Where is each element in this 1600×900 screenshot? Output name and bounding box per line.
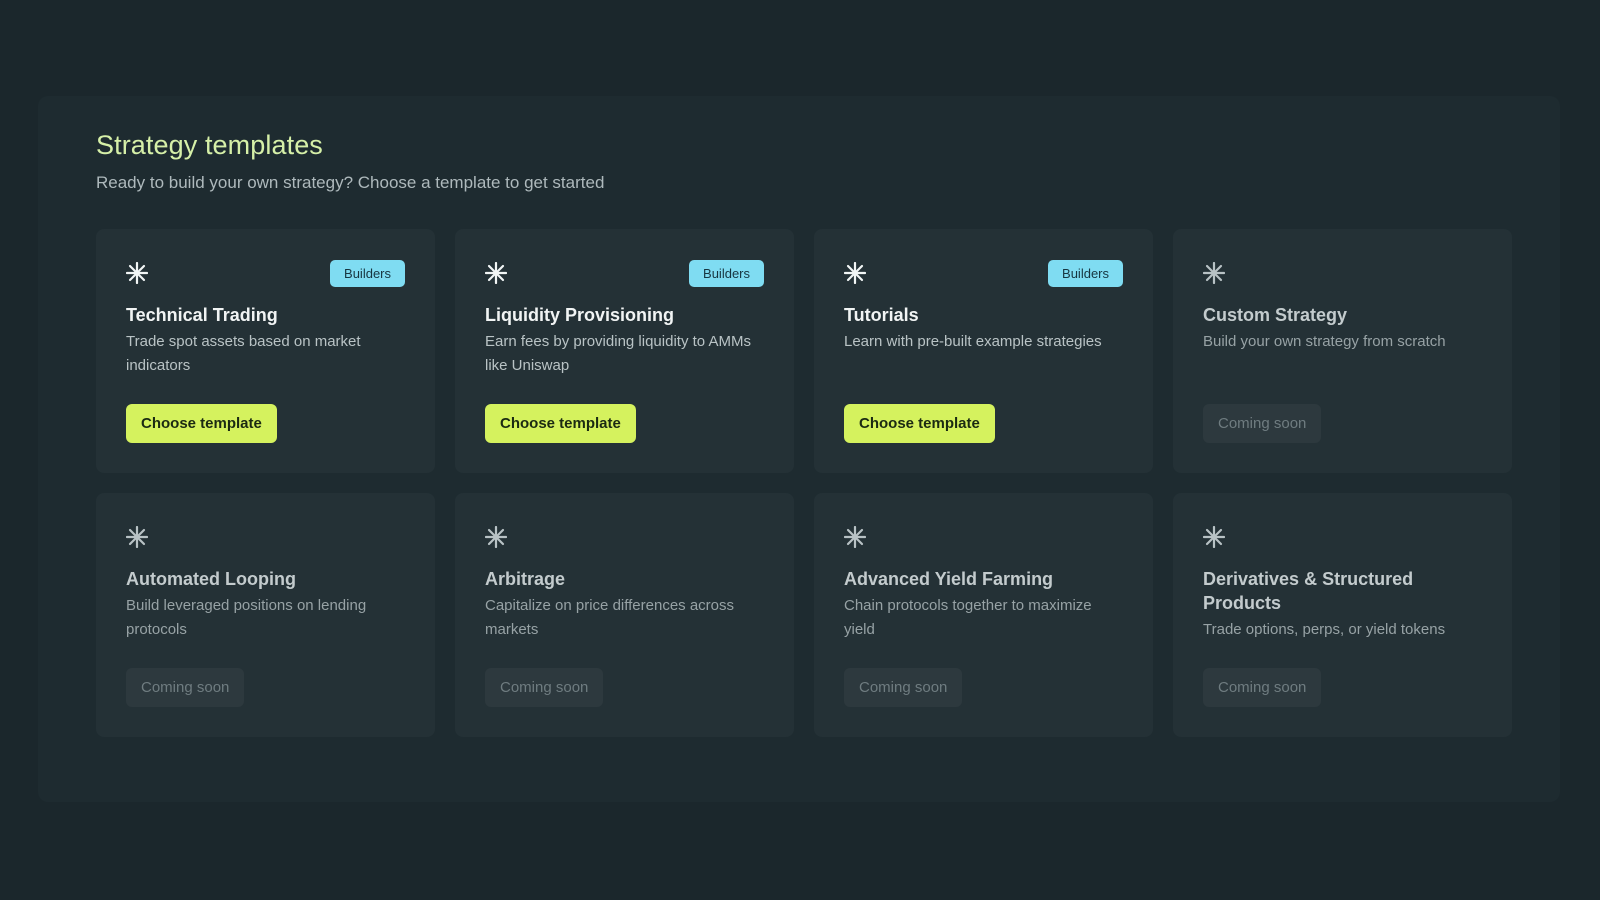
sparkle-icon bbox=[843, 525, 867, 549]
coming-soon-button: Coming soon bbox=[844, 668, 963, 707]
coming-soon-button: Coming soon bbox=[126, 668, 245, 707]
template-card-custom-strategy: Custom Strategy Build your own strategy … bbox=[1173, 229, 1512, 473]
template-card-derivatives: Derivatives & Structured Products Trade … bbox=[1173, 493, 1512, 737]
sparkle-icon bbox=[1202, 261, 1226, 285]
card-description: Earn fees by providing liquidity to AMMs… bbox=[485, 333, 751, 374]
choose-template-button[interactable]: Choose template bbox=[126, 404, 277, 443]
card-description: Trade spot assets based on market indica… bbox=[126, 333, 361, 374]
card-description: Capitalize on price differences across m… bbox=[485, 597, 735, 638]
card-description: Build leveraged positions on lending pro… bbox=[126, 597, 367, 638]
card-title: Tutorials bbox=[844, 305, 919, 325]
coming-soon-button: Coming soon bbox=[1203, 668, 1322, 707]
sparkle-icon bbox=[125, 525, 149, 549]
template-card-automated-looping: Automated Looping Build leveraged positi… bbox=[96, 493, 435, 737]
page-header: Strategy templates Ready to build your o… bbox=[96, 130, 604, 193]
template-card-arbitrage: Arbitrage Capitalize on price difference… bbox=[455, 493, 794, 737]
sparkle-icon bbox=[484, 525, 508, 549]
sparkle-icon bbox=[843, 261, 867, 285]
card-title: Advanced Yield Farming bbox=[844, 569, 1054, 589]
page-title: Strategy templates bbox=[96, 130, 323, 160]
choose-template-button[interactable]: Choose template bbox=[485, 404, 636, 443]
sparkle-icon bbox=[1202, 525, 1226, 549]
card-title: Custom Strategy bbox=[1203, 305, 1348, 325]
template-card-tutorials: Builders Tutorials Learn with pre-built … bbox=[814, 229, 1153, 473]
coming-soon-button: Coming soon bbox=[1203, 404, 1322, 443]
template-card-liquidity-provisioning: Builders Liquidity Provisioning Earn fee… bbox=[455, 229, 794, 473]
page-subtitle: Ready to build your own strategy? Choose… bbox=[96, 173, 605, 192]
card-description: Trade options, perps, or yield tokens bbox=[1203, 621, 1446, 638]
template-card-technical-trading: Builders Technical Trading Trade spot as… bbox=[96, 229, 435, 473]
builders-badge: Builders bbox=[1048, 259, 1123, 287]
choose-template-button[interactable]: Choose template bbox=[844, 404, 995, 443]
builders-badge: Builders bbox=[689, 259, 764, 287]
coming-soon-button: Coming soon bbox=[485, 668, 604, 707]
sparkle-icon bbox=[484, 261, 508, 285]
card-title: Automated Looping bbox=[126, 569, 296, 589]
template-card-advanced-yield-farming: Advanced Yield Farming Chain protocols t… bbox=[814, 493, 1153, 737]
template-grid: Builders Technical Trading Trade spot as… bbox=[96, 229, 1512, 737]
card-description: Build your own strategy from scratch bbox=[1203, 333, 1446, 350]
builders-badge: Builders bbox=[330, 259, 405, 287]
card-description: Learn with pre-built example strategies bbox=[844, 333, 1102, 350]
card-title: Technical Trading bbox=[126, 305, 278, 325]
sparkle-icon bbox=[125, 261, 149, 285]
card-title: Derivatives & Structured Products bbox=[1203, 569, 1414, 613]
card-description: Chain protocols together to maximize yie… bbox=[844, 597, 1092, 638]
card-title: Arbitrage bbox=[485, 569, 566, 589]
card-title: Liquidity Provisioning bbox=[485, 305, 674, 325]
